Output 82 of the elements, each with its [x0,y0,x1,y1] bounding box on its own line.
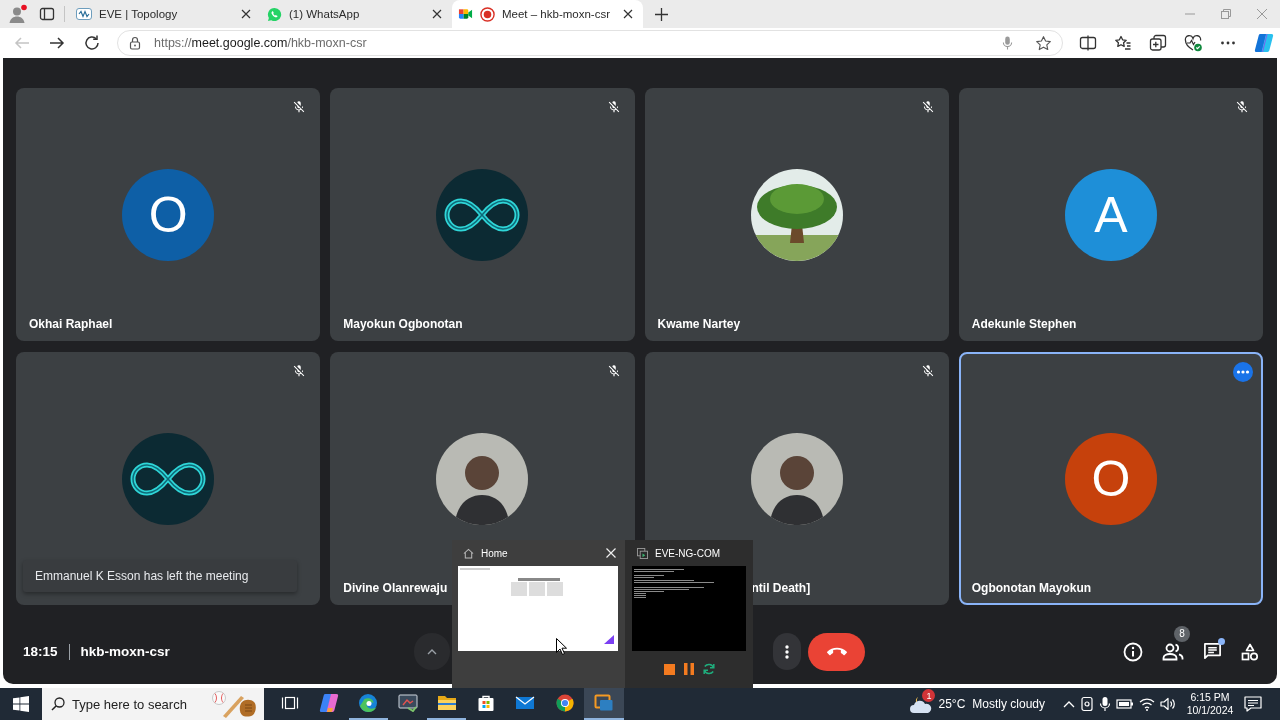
window-title: Home [481,547,509,559]
browser-tab[interactable]: Meet – hkb-moxn-csr [452,0,643,28]
window-preview[interactable]: EVE-NG-COM [625,540,753,688]
participant-name: Okhai Raphael [29,317,113,331]
volume-icon[interactable] [1160,697,1176,711]
restore-icon [1221,9,1231,19]
activities-icon[interactable] [1241,642,1259,661]
browser-tab[interactable]: EVE | Topology [70,0,261,28]
more-options-button[interactable] [773,633,801,670]
notification-badge: 1 [922,689,936,702]
collections-icon[interactable] [1149,34,1167,52]
close-icon [1257,9,1267,19]
tricolor-circle-icon [554,693,575,713]
close-icon[interactable] [623,9,633,19]
folder-icon [436,694,457,712]
avatar-initial: A [1064,168,1157,261]
camera-indicator-icon[interactable] [1080,696,1094,712]
windows-logo-icon[interactable] [13,696,29,712]
clock-date[interactable]: 10/1/2024 [1186,704,1234,717]
slanted-bars-icon [318,693,339,713]
meeting-clock: 18:15 [23,644,58,659]
stop-icon[interactable] [663,663,675,675]
chat-bubble-icon [267,6,282,22]
shopping-bag-icon [476,693,497,713]
search-field[interactable]: Type here to search [42,688,264,720]
participant-name: Kwame Nartey [657,317,741,331]
participant-count-badge: 8 [1174,625,1190,642]
monitor-chart-icon [397,694,418,712]
battery-icon[interactable] [1116,698,1134,710]
terminal-app-icon [637,547,648,559]
meeting-code: hkb-moxn-csr [80,644,170,659]
participant-name: Mayokun Ogbonotan [343,317,463,331]
close-icon[interactable] [241,9,251,19]
chevron-up-icon[interactable] [1063,700,1075,708]
hang-up-icon [826,647,847,656]
wave-circle-icon [358,693,379,713]
microphone-icon[interactable] [1099,696,1111,712]
window-title: EVE-NG-COM [655,547,721,559]
more-vertical-icon [785,644,789,659]
slanted-bars-icon[interactable] [1254,33,1274,53]
window-app-icon [594,694,614,712]
people-icon[interactable] [1162,642,1184,661]
refresh-icon[interactable] [83,34,101,52]
temperature-text: 25°C [938,697,966,711]
avatar-initial: O [1064,432,1157,525]
participant-name: Ogbonotan Mayokun [971,581,1092,595]
close-icon[interactable] [432,9,442,19]
end-call-button[interactable] [808,632,865,671]
notifications-icon[interactable] [1244,696,1262,712]
favorites-icon[interactable] [1114,34,1132,52]
home-icon [463,547,474,559]
more-options-icon[interactable] [1233,362,1253,382]
notification-toast: Emmanuel K Esson has left the meeting [23,560,297,592]
avatar-initial: O [122,168,215,261]
participant-name: Divine Olanrewaju [343,581,448,595]
task-view-icon [280,695,299,711]
mail-icon [515,695,536,711]
chat-icon[interactable] [1203,642,1222,661]
tab-actions-icon[interactable] [39,6,55,22]
star-icon[interactable] [1035,34,1052,52]
info-icon[interactable] [1123,641,1143,662]
browser-tab[interactable]: (1) WhatsApp [261,0,452,28]
wave-logo-icon [76,8,92,20]
weather-condition: Mostly cloudy [972,697,1045,711]
window-preview[interactable]: Home [452,540,625,688]
video-camera-icon [458,8,473,20]
heart-check-icon[interactable] [1184,34,1202,52]
clock-time[interactable]: 6:15 PM [1190,691,1230,704]
search-icon [51,697,65,711]
mouse-cursor-icon [556,638,567,655]
participant-name: Adekunle Stephen [971,317,1077,331]
url-text: https://meet.google.com/hkb-moxn-csr [154,36,368,50]
lock-icon[interactable] [129,36,141,50]
split-screen-icon[interactable] [1079,34,1097,52]
minimize-icon [1185,13,1195,15]
profile-icon[interactable] [8,4,28,24]
wifi-icon[interactable] [1139,697,1155,711]
pause-icon[interactable] [683,663,694,675]
baseball-icon [210,690,258,718]
weather-cloud-icon[interactable] [909,694,934,714]
new-tab-icon[interactable] [655,7,668,21]
caret-up-icon [427,648,437,655]
